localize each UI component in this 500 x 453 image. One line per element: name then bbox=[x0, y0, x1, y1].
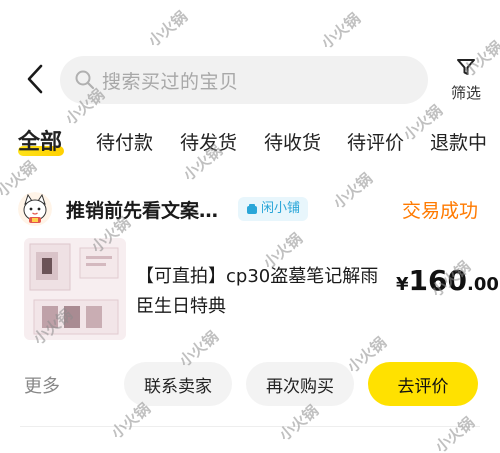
filter-label: 筛选 bbox=[450, 84, 481, 102]
order-tabs: 全部 待付款 待发货 待收货 待评价 退款中 bbox=[0, 122, 500, 166]
price-decimal: .00 bbox=[466, 274, 499, 295]
buy-again-button[interactable]: 再次购买 bbox=[246, 362, 354, 406]
search-input[interactable]: 搜索买过的宝贝 bbox=[60, 56, 428, 104]
shop-badge-label: 闲小铺 bbox=[261, 201, 301, 216]
product-thumbnail bbox=[24, 238, 126, 340]
product-item[interactable]: 【可直拍】cp30盗墓笔记解雨臣生日特典 ¥160.00 bbox=[0, 238, 500, 342]
price-integer: 160 bbox=[408, 264, 467, 297]
filter-button[interactable]: 筛选 bbox=[446, 56, 486, 108]
tab-refunding[interactable]: 退款中 bbox=[430, 128, 487, 168]
buy-again-label: 再次购买 bbox=[266, 376, 334, 397]
review-button[interactable]: 去评价 bbox=[368, 362, 478, 406]
contact-seller-label: 联系卖家 bbox=[144, 376, 212, 397]
tab-label: 退款中 bbox=[430, 132, 488, 154]
top-bar: 搜索买过的宝贝 筛选 bbox=[0, 52, 500, 108]
more-link[interactable]: 更多 bbox=[24, 372, 60, 398]
product-price: ¥160.00 bbox=[396, 264, 499, 297]
tab-pending-receipt[interactable]: 待收货 bbox=[264, 128, 321, 168]
tab-pending-payment[interactable]: 待付款 bbox=[96, 128, 153, 168]
back-button[interactable] bbox=[18, 62, 52, 96]
cat-avatar-icon bbox=[18, 192, 52, 226]
tab-pending-shipment[interactable]: 待发货 bbox=[180, 128, 237, 168]
back-arrow-icon bbox=[27, 64, 43, 94]
tab-all[interactable]: 全部 bbox=[18, 124, 64, 164]
tab-pending-review[interactable]: 待评价 bbox=[347, 128, 404, 168]
product-image bbox=[24, 238, 126, 340]
tab-label: 待评价 bbox=[347, 132, 405, 154]
tab-label: 待发货 bbox=[180, 132, 238, 154]
order-shop-row: 推销前先看文案… 闲小铺 交易成功 bbox=[0, 190, 500, 230]
shop-avatar[interactable] bbox=[18, 192, 52, 226]
tab-label: 待付款 bbox=[96, 132, 154, 154]
watermark: 小火锅 bbox=[431, 413, 478, 453]
status-strip bbox=[0, 0, 500, 38]
product-title: 【可直拍】cp30盗墓笔记解雨臣生日特典 bbox=[136, 266, 379, 317]
review-label: 去评价 bbox=[397, 376, 449, 397]
price-currency: ¥ bbox=[396, 274, 409, 295]
contact-seller-button[interactable]: 联系卖家 bbox=[124, 362, 232, 406]
order-actions: 更多 联系卖家 再次购买 去评价 bbox=[0, 360, 500, 408]
order-status: 交易成功 bbox=[401, 200, 478, 222]
shop-badge-icon bbox=[247, 204, 257, 214]
filter-icon bbox=[457, 59, 475, 75]
divider bbox=[20, 426, 480, 427]
tab-label: 全部 bbox=[18, 130, 63, 155]
shop-name[interactable]: 推销前先看文案… bbox=[66, 196, 218, 223]
tab-label: 待收货 bbox=[264, 132, 322, 154]
shop-badge: 闲小铺 bbox=[238, 197, 309, 221]
search-placeholder: 搜索买过的宝贝 bbox=[102, 70, 239, 93]
search-icon bbox=[75, 70, 95, 90]
